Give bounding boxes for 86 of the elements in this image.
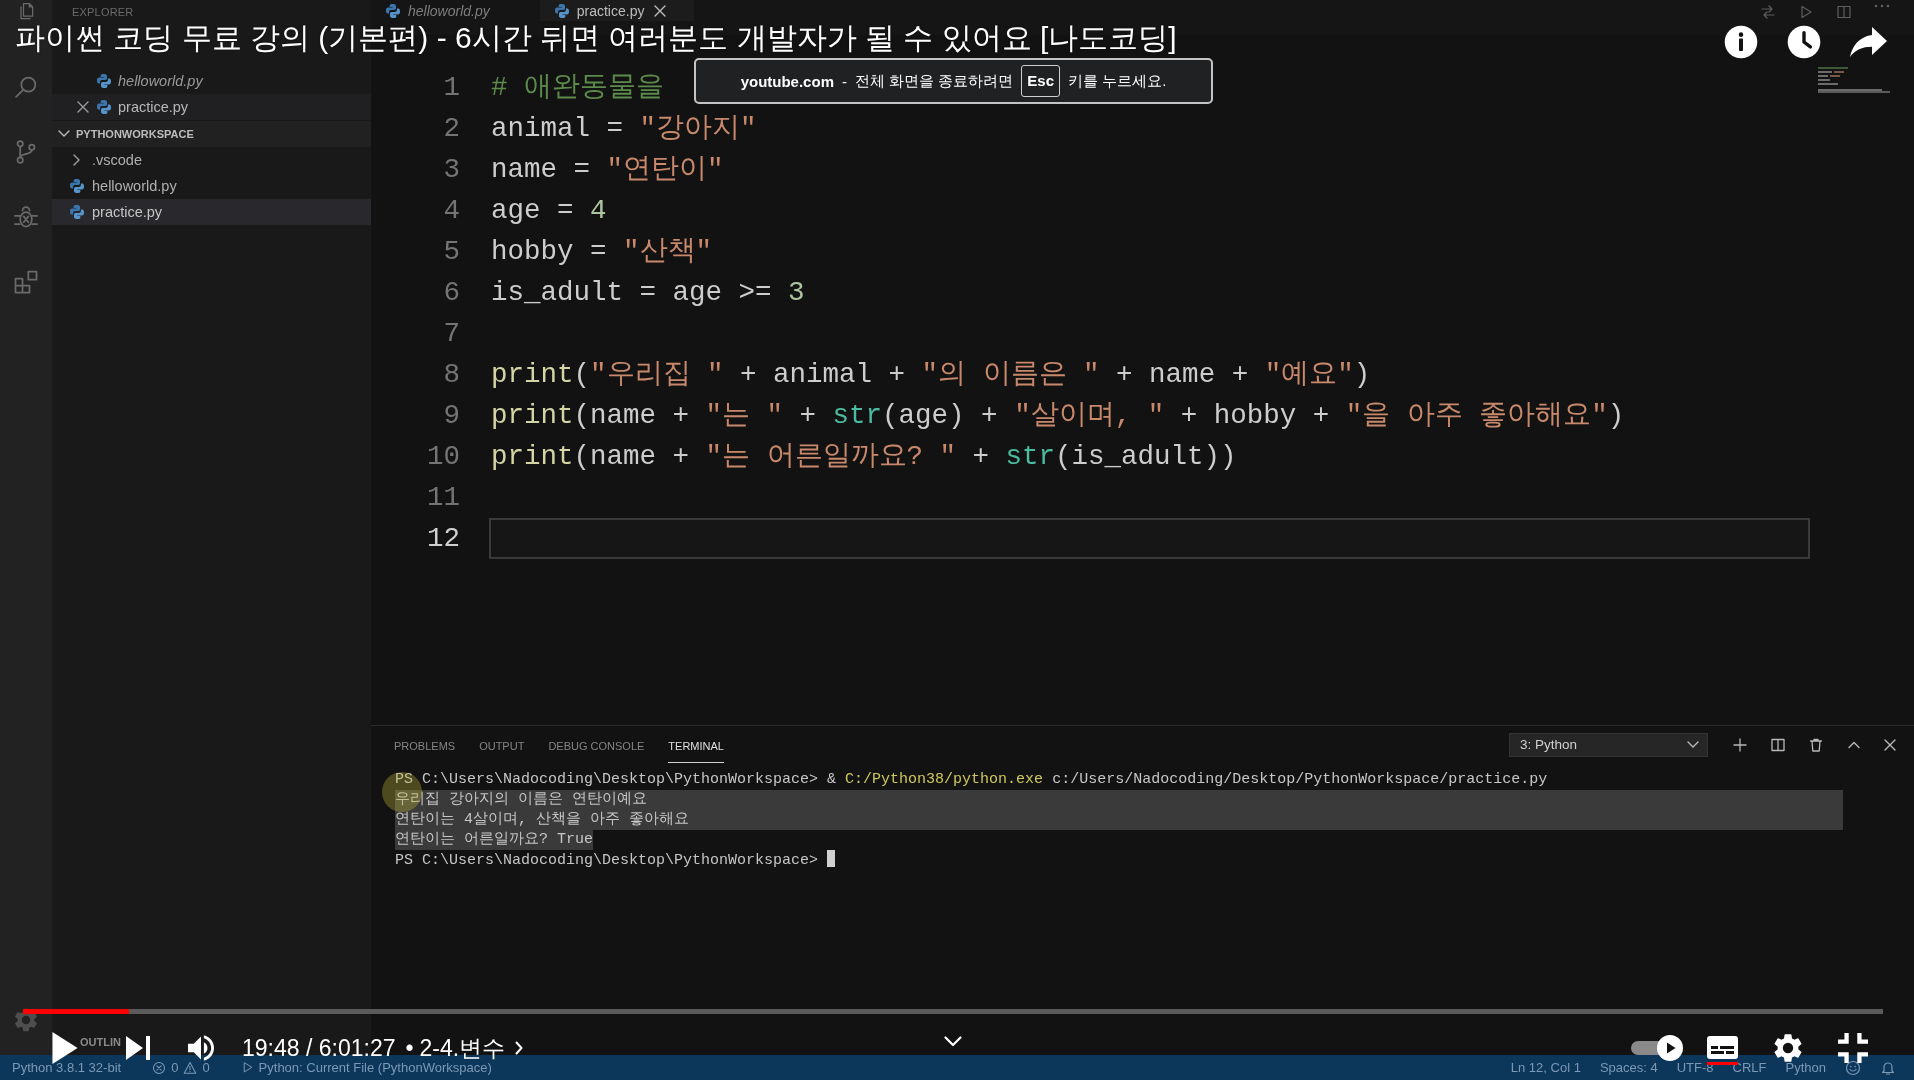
code-line: print(name + "는 " + str(age) + "살이며, " + hobby + "을 아주 좋아해요") <box>490 399 1626 433</box>
status-item[interactable]: Ln 12, Col 1 <box>1510 1060 1581 1075</box>
trash-icon[interactable] <box>1808 736 1824 753</box>
file-icon <box>70 179 84 193</box>
terminal-line: PS C:\Users\Nadocoding\Desktop\PythonWorkspace> <box>395 850 836 870</box>
code-line: name = "연탄이" <box>490 153 725 187</box>
warning-icon <box>183 1060 198 1075</box>
terminal-line: PS C:\Users\Nadocoding\Desktop\PythonWorkspace> & C:/Python38/python.exe c:/Users/Nadocoding/Desktop/PythonWorkspace/practice.py <box>395 770 1548 790</box>
bullet-separator: • <box>405 1034 414 1062</box>
key-cap: Esc <box>1021 65 1060 97</box>
next-icon[interactable] <box>126 1036 150 1060</box>
line-number: 10 <box>427 440 461 474</box>
open-editor-item[interactable]: practice.py <box>52 94 371 120</box>
minimap-drawing <box>1818 67 1890 93</box>
line-number: 12 <box>427 522 461 556</box>
video-title: 파이썬 코딩 무료 강의 (기본편) - 6시간 뒤면 여러분도 개발자가 될 수 있어요 [나도코딩] <box>15 21 1177 55</box>
editor-tab[interactable]: practice.py <box>539 0 695 21</box>
play-icon[interactable] <box>52 1032 78 1064</box>
autoplay-switch[interactable] <box>1631 1035 1683 1061</box>
time-display: 19:48 / 6:01:27 <box>242 1034 396 1062</box>
line-number: 3 <box>443 153 461 187</box>
more-icon[interactable] <box>1874 4 1890 8</box>
problems-status[interactable]: 0 0 <box>152 1060 210 1075</box>
dash-separator: - <box>841 72 847 90</box>
code-line: print(name + "는 어른일까요? " + str(is_adult)) <box>490 440 1238 474</box>
interpreter-status[interactable]: Python 3.8.1 32-bit <box>12 1060 122 1075</box>
code-line: animal = "강아지" <box>490 112 758 146</box>
status-item[interactable]: Spaces: 4 <box>1599 1060 1658 1075</box>
line-number: 2 <box>443 112 461 146</box>
chevron-down-icon[interactable] <box>58 130 70 138</box>
error-icon <box>152 1060 167 1075</box>
compare-icon[interactable] <box>1760 4 1776 20</box>
progress-track[interactable] <box>23 1009 1883 1014</box>
info-icon[interactable] <box>1724 25 1758 59</box>
bell-icon[interactable] <box>1880 1059 1896 1076</box>
file-icon <box>386 3 400 18</box>
notice-text: 키를 누르세요. <box>1068 71 1167 91</box>
panel-tab[interactable]: OUTPUT <box>479 726 525 763</box>
exit-fullscreen-icon[interactable] <box>1838 1033 1868 1063</box>
line-number: 4 <box>443 194 461 228</box>
code-line: is_adult = age >= 3 <box>490 276 806 310</box>
close-icon[interactable] <box>77 101 89 113</box>
panel-tab[interactable]: TERMINAL <box>668 726 724 763</box>
plus-icon[interactable] <box>1732 736 1748 753</box>
line-number: 9 <box>443 399 461 433</box>
file-item[interactable]: helloworld.py <box>52 173 371 199</box>
status-item[interactable]: Python <box>1785 1060 1826 1075</box>
smiley-icon[interactable] <box>1845 1059 1861 1076</box>
terminal-select[interactable]: 3: Python <box>1509 732 1708 757</box>
split-terminal-icon[interactable] <box>1770 736 1786 753</box>
line-number: 5 <box>443 235 461 269</box>
file-item[interactable]: practice.py <box>52 199 371 225</box>
settings-icon[interactable] <box>1774 1034 1802 1062</box>
workspace-header[interactable]: PYTHONWORKSPACE <box>52 121 371 147</box>
notice-text: 전체 화면을 종료하려면 <box>854 71 1014 91</box>
run-icon[interactable] <box>1798 4 1814 20</box>
file-icon <box>554 3 569 18</box>
open-editor-item[interactable]: helloworld.py <box>52 68 371 94</box>
file-icon <box>97 74 111 88</box>
code-line: # 애완동물을 <box>490 71 665 105</box>
chevron-down-icon[interactable] <box>1687 740 1699 749</box>
outline-header[interactable]: OUTLIN <box>80 1029 121 1055</box>
sidebar-title: EXPLORER <box>72 5 134 19</box>
line-number: 1 <box>443 71 461 105</box>
close-icon[interactable] <box>654 4 667 17</box>
close-icon[interactable] <box>1884 738 1896 751</box>
line-number: 6 <box>443 276 461 310</box>
site-name: youtube.com <box>740 72 834 90</box>
blocks-icon[interactable] <box>12 268 40 296</box>
share-icon[interactable] <box>1850 27 1888 57</box>
code-line: print("우리집 " + animal + "의 이름은 " + name + "예요") <box>490 358 1372 392</box>
panel-tab[interactable]: PROBLEMS <box>394 726 456 763</box>
volume-icon[interactable] <box>188 1035 214 1061</box>
file-icon <box>70 205 84 219</box>
split-editor-icon[interactable] <box>1836 4 1852 20</box>
chevron-right-icon[interactable] <box>73 154 81 166</box>
line-number: 7 <box>443 317 461 351</box>
code-line: hobby = "산책" <box>490 235 714 269</box>
line-number: 11 <box>427 481 461 515</box>
line-number: 8 <box>443 358 461 392</box>
code-line: age = 4 <box>490 194 608 228</box>
chevron-right-icon <box>515 1041 524 1055</box>
folder-item[interactable]: .vscode <box>52 147 371 173</box>
panel-tab[interactable]: DEBUG CONSOLE <box>548 726 645 763</box>
clock-icon[interactable] <box>1787 25 1821 59</box>
file-icon <box>97 100 111 114</box>
